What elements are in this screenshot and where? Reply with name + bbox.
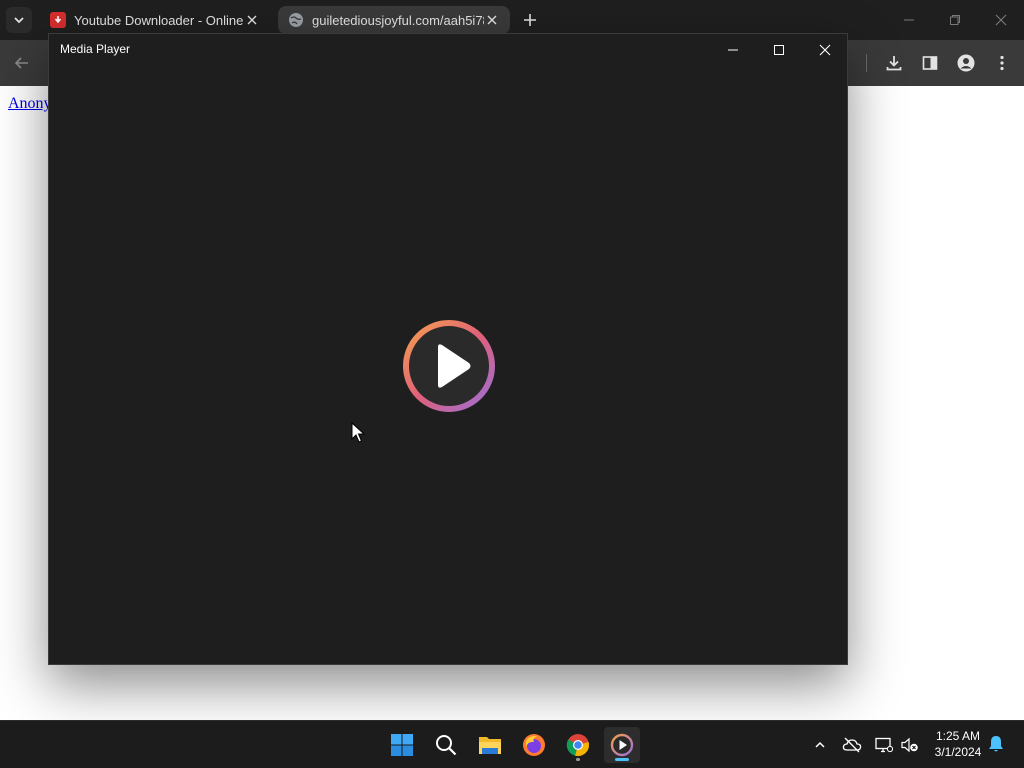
firefox-icon: [523, 734, 545, 756]
download-icon: [886, 56, 902, 71]
tab-guiletediousjoyful[interactable]: guiletediousjoyful.com/aah5i78: [278, 6, 510, 34]
profile-button[interactable]: [954, 51, 978, 75]
browser-restore-button[interactable]: [943, 8, 967, 32]
cloud-offline-icon: [842, 737, 862, 753]
page-link[interactable]: Anony: [8, 95, 52, 113]
tab-title: Youtube Downloader - Online V: [74, 12, 244, 28]
back-button[interactable]: [10, 51, 34, 75]
taskbar: [0, 720, 1024, 768]
file-explorer-icon: [479, 737, 501, 754]
start-button[interactable]: [384, 727, 420, 763]
tab-youtube-downloader[interactable]: Youtube Downloader - Online V: [40, 6, 270, 34]
tab-close-icon[interactable]: [484, 12, 500, 28]
onedrive-tray-button[interactable]: [842, 735, 862, 755]
minimize-icon: [904, 19, 914, 21]
search-icon: [436, 735, 457, 756]
taskbar-file-explorer[interactable]: [472, 727, 508, 763]
chevron-up-icon: [815, 741, 825, 748]
mouse-cursor-icon: [351, 422, 365, 443]
more-vertical-icon: [1000, 55, 1004, 71]
play-button[interactable]: [400, 317, 498, 415]
side-panel-icon: [922, 56, 938, 70]
clock-time: 1:25 AM: [935, 729, 981, 743]
taskbar-firefox[interactable]: [516, 727, 552, 763]
taskbar-chrome[interactable]: [560, 727, 596, 763]
taskbar-clock[interactable]: 1:25 AM 3/1/2024: [928, 728, 988, 760]
maximize-icon: [774, 45, 784, 55]
media-player-icon: [610, 733, 634, 757]
toolbar-divider: [866, 54, 867, 72]
globe-icon: [288, 12, 304, 28]
plus-icon: [524, 14, 536, 26]
media-player-window: Media Player: [48, 33, 848, 665]
media-player-title: Media Player: [60, 42, 131, 56]
browser-menu-button[interactable]: [990, 51, 1014, 75]
bell-icon: [989, 736, 1003, 752]
youtube-downloader-icon: [50, 12, 66, 28]
play-icon: [403, 320, 495, 412]
restore-icon: [950, 15, 960, 25]
volume-muted-icon: [901, 737, 918, 753]
windows-start-icon: [391, 734, 413, 756]
tab-title: guiletediousjoyful.com/aah5i78: [312, 12, 484, 28]
chevron-down-icon: [14, 17, 24, 24]
running-indicator: [576, 758, 580, 761]
taskbar-media-player[interactable]: [604, 727, 640, 763]
clock-date: 3/1/2024: [934, 745, 982, 759]
browser-close-button[interactable]: [989, 8, 1013, 32]
media-player-minimize-button[interactable]: [721, 40, 745, 60]
media-player-close-button[interactable]: [813, 40, 837, 60]
close-icon: [995, 14, 1007, 26]
arrow-left-icon: [14, 57, 28, 69]
volume-tray-button[interactable]: [900, 735, 920, 755]
account-icon: [957, 54, 975, 72]
taskbar-search-button[interactable]: [428, 727, 464, 763]
downloads-button[interactable]: [882, 51, 906, 75]
network-icon: [875, 737, 893, 753]
active-app-indicator: [615, 758, 629, 761]
chrome-icon: [566, 734, 589, 756]
side-panel-button[interactable]: [918, 51, 942, 75]
notifications-button[interactable]: [986, 734, 1006, 754]
close-icon: [819, 44, 831, 56]
tab-search-button[interactable]: [6, 7, 32, 33]
tab-close-icon[interactable]: [244, 12, 260, 28]
media-player-maximize-button[interactable]: [767, 40, 791, 60]
browser-minimize-button[interactable]: [897, 8, 921, 32]
network-tray-button[interactable]: [874, 735, 894, 755]
minimize-icon: [728, 49, 738, 51]
new-tab-button[interactable]: [520, 10, 540, 30]
show-hidden-icons-button[interactable]: [810, 735, 830, 755]
